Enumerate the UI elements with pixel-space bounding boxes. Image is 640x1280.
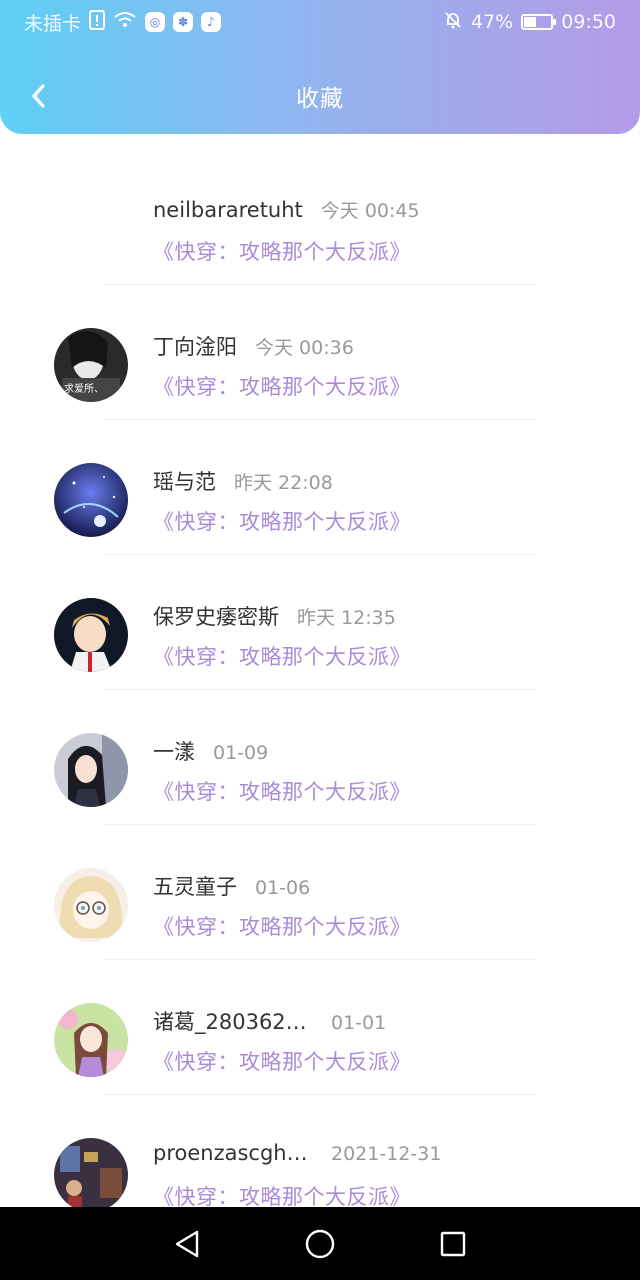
- monochrome-girl-avatar[interactable]: 求爱所、: [54, 328, 128, 402]
- timestamp: 昨天 22:08: [234, 472, 333, 494]
- bell-muted-icon: [443, 10, 463, 35]
- title-bar: 收藏: [0, 70, 640, 122]
- list-item[interactable]: 诸葛_2803620... 01-01 《快穿：攻略那个大反派》: [0, 960, 640, 1095]
- item-meta: 保罗史痿密斯 昨天 12:35: [153, 601, 396, 631]
- nav-home-button[interactable]: [298, 1222, 342, 1266]
- user-name[interactable]: 丁向淦阳: [153, 331, 237, 361]
- item-meta: proenzascgho... 2021-12-31: [153, 1141, 441, 1165]
- item-meta: 诸葛_2803620... 01-01: [153, 1006, 386, 1036]
- list-item[interactable]: 一漾 01-09 《快穿：攻略那个大反派》: [0, 690, 640, 825]
- item-meta: 五灵童子 01-06: [153, 871, 310, 901]
- nav-back-button[interactable]: [165, 1222, 209, 1266]
- glasses-girl-avatar[interactable]: [54, 868, 128, 942]
- book-title-link[interactable]: 《快穿：攻略那个大反派》: [153, 1046, 411, 1076]
- book-title-link[interactable]: 《快穿：攻略那个大反派》: [153, 641, 411, 671]
- clock: 09:50: [561, 11, 616, 33]
- back-button[interactable]: [18, 76, 58, 116]
- user-name[interactable]: 保罗史痿密斯: [153, 601, 279, 631]
- timestamp: 昨天 12:35: [297, 607, 396, 629]
- list-item[interactable]: neilbararetuht 今天 00:45 《快穿：攻略那个大反派》: [0, 150, 640, 285]
- avatar-caption: 求爱所、: [64, 382, 104, 395]
- timestamp: 01-06: [255, 877, 311, 899]
- favorites-list: neilbararetuht 今天 00:45 《快穿：攻略那个大反派》 求爱所…: [0, 150, 640, 1230]
- item-meta: 丁向淦阳 今天 00:36: [153, 331, 354, 361]
- carrier-label: 未插卡: [24, 12, 82, 35]
- chevron-left-icon: [32, 84, 45, 108]
- timestamp: 01-09: [213, 742, 269, 764]
- item-meta: 一漾 01-09: [153, 736, 268, 766]
- list-item[interactable]: 求爱所、 丁向淦阳 今天 00:36 《快穿：攻略那个大反派》: [0, 285, 640, 420]
- baidu-paw-icon: ✽: [173, 12, 194, 32]
- wifi-icon: [113, 11, 137, 34]
- battery-percent: 47%: [471, 11, 514, 33]
- item-meta: 瑶与范 昨天 22:08: [153, 466, 333, 496]
- user-name[interactable]: 瑶与范: [153, 466, 216, 496]
- music-icon: ♪: [201, 12, 222, 32]
- circle-home-icon: [305, 1229, 335, 1258]
- book-title-link[interactable]: 《快穿：攻略那个大反派》: [153, 506, 411, 536]
- timestamp: 01-01: [331, 1012, 387, 1034]
- list-item[interactable]: 保罗史痿密斯 昨天 12:35 《快穿：攻略那个大反派》: [0, 555, 640, 690]
- status-bar: 未插卡 ◎ ✽ ♪ 47% 09:50: [0, 0, 640, 44]
- book-title-link[interactable]: 《快穿：攻略那个大反派》: [153, 776, 411, 806]
- book-title-link[interactable]: 《快穿：攻略那个大反派》: [153, 911, 411, 941]
- timestamp: 今天 00:45: [320, 200, 420, 222]
- sim-alert-icon: [89, 9, 106, 35]
- triangle-back-icon: [175, 1230, 198, 1257]
- nav-recents-button[interactable]: [431, 1222, 475, 1266]
- room-scene-avatar[interactable]: [54, 1138, 128, 1212]
- header-bar: 未插卡 ◎ ✽ ♪ 47% 09:50 收藏: [0, 0, 640, 134]
- book-title-link[interactable]: 《快穿：攻略那个大反派》: [153, 236, 411, 266]
- square-recents-icon: [441, 1231, 466, 1256]
- user-name[interactable]: 诸葛_2803620...: [153, 1006, 313, 1036]
- book-title-link[interactable]: 《快穿：攻略那个大反派》: [153, 371, 411, 401]
- flower-girl-avatar[interactable]: [54, 1003, 128, 1077]
- starry-night-avatar[interactable]: [54, 463, 128, 537]
- status-left: 未插卡 ◎ ✽ ♪: [24, 9, 222, 36]
- list-item[interactable]: 瑶与范 昨天 22:08 《快穿：攻略那个大反派》: [0, 420, 640, 555]
- status-right: 47% 09:50: [443, 10, 616, 35]
- dark-hair-girl-avatar[interactable]: [54, 733, 128, 807]
- app-notification-icon: ◎: [145, 12, 166, 32]
- user-name[interactable]: 五灵童子: [153, 871, 237, 901]
- page-title: 收藏: [296, 86, 344, 112]
- timestamp: 2021-12-31: [331, 1143, 442, 1165]
- user-name[interactable]: proenzascgho...: [153, 1141, 313, 1165]
- system-nav-bar: [0, 1207, 640, 1280]
- battery-icon: [521, 14, 557, 30]
- timestamp: 今天 00:36: [255, 337, 354, 359]
- anime-boy-avatar[interactable]: [54, 598, 128, 672]
- list-item[interactable]: 五灵童子 01-06 《快穿：攻略那个大反派》: [0, 825, 640, 960]
- user-name[interactable]: neilbararetuht: [153, 198, 303, 222]
- user-name[interactable]: 一漾: [153, 736, 195, 766]
- item-meta: neilbararetuht 今天 00:45: [153, 196, 420, 223]
